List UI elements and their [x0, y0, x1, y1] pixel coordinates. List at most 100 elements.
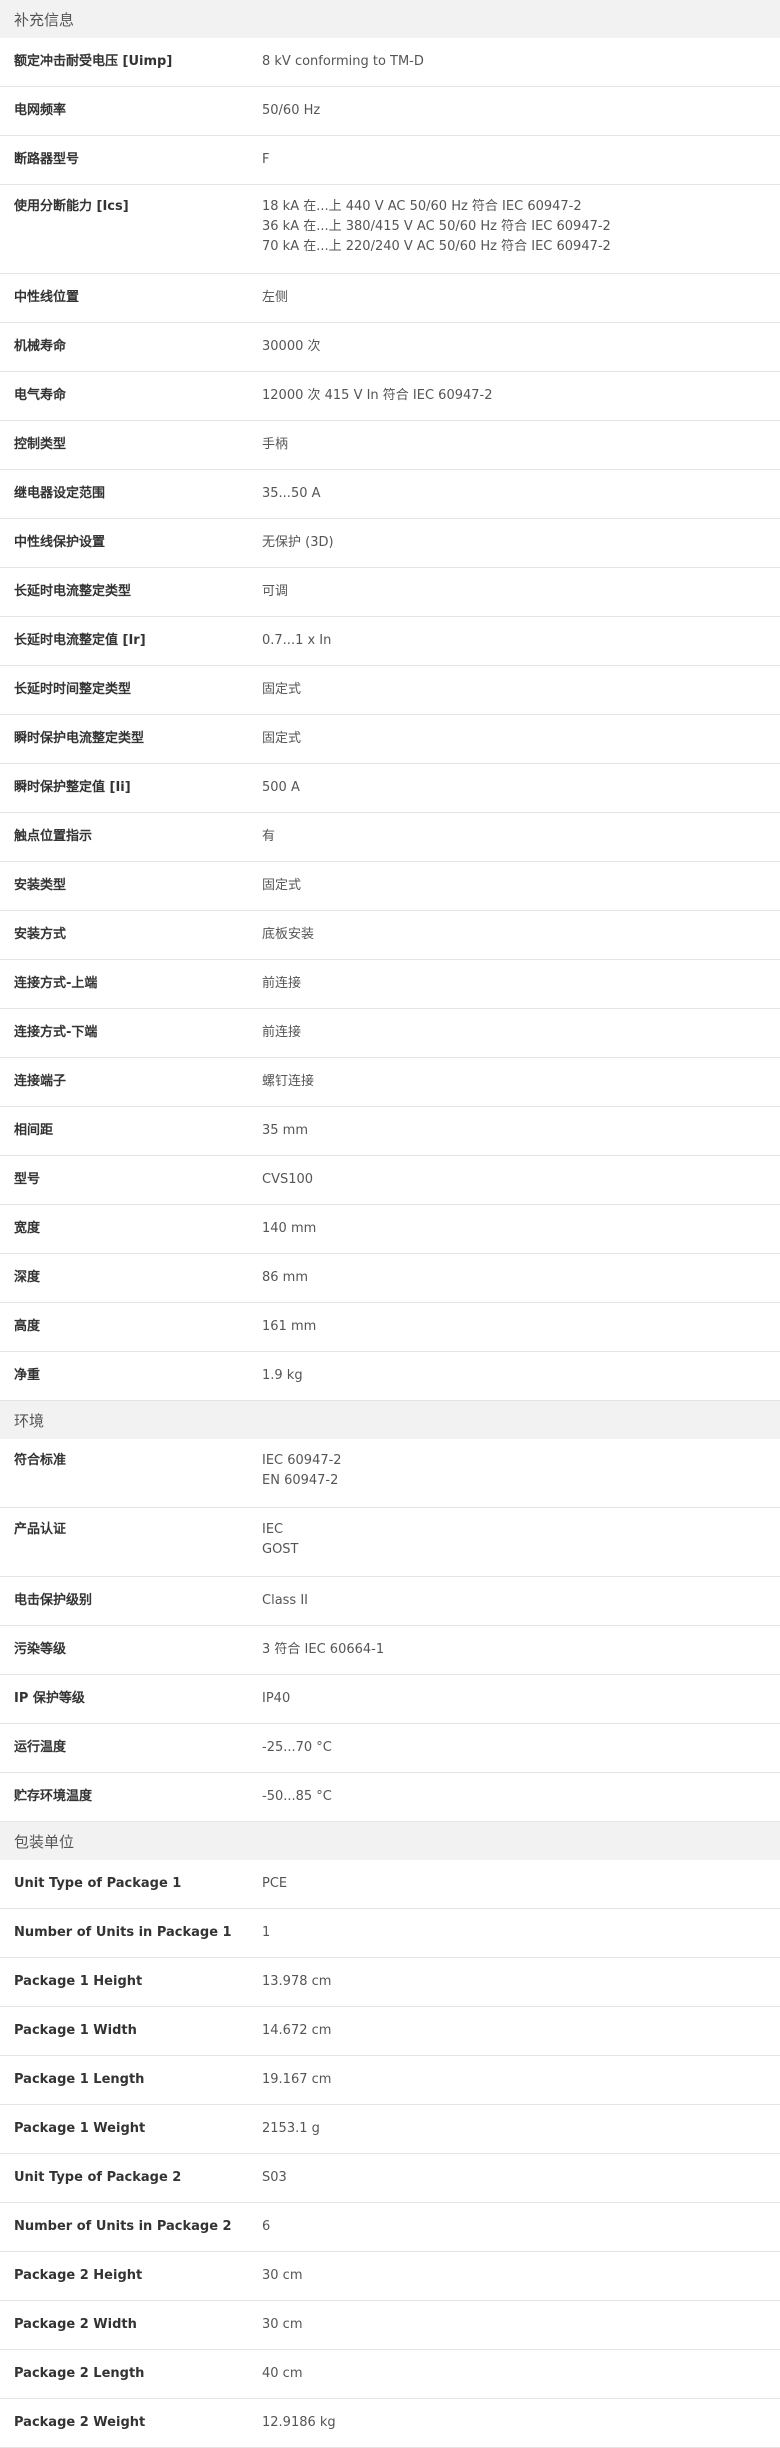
spec-label: 电击保护级别 — [14, 1593, 93, 1608]
spec-row: 连接方式-上端 前连接 — [0, 960, 780, 1009]
spec-value: 固定式 — [262, 715, 780, 763]
spec-value-line: 18 kA 在...上 440 V AC 50/60 Hz 符合 IEC 609… — [262, 199, 582, 214]
spec-row: 安装方式 底板安装 — [0, 911, 780, 960]
spec-label: Unit Type of Package 2 — [14, 2170, 182, 2185]
spec-value-line: 12.9186 kg — [262, 2415, 336, 2430]
spec-value: 底板安装 — [262, 911, 780, 959]
spec-value: F — [262, 136, 780, 184]
spec-value: -25...70 °C — [262, 1724, 780, 1772]
spec-value-line: 50/60 Hz — [262, 103, 321, 118]
spec-row: Package 1 Weight 2153.1 g — [0, 2105, 780, 2154]
spec-label: Unit Type of Package 1 — [14, 1876, 182, 1891]
spec-row: 净重 1.9 kg — [0, 1352, 780, 1401]
spec-value-line: 70 kA 在...上 220/240 V AC 50/60 Hz 符合 IEC… — [262, 239, 611, 254]
spec-value: 40 cm — [262, 2350, 780, 2398]
spec-row: Package 2 Weight 12.9186 kg — [0, 2399, 780, 2448]
spec-label: 相间距 — [14, 1123, 54, 1138]
spec-row: Number of Units in Package 1 1 — [0, 1909, 780, 1958]
spec-section: 包装单位 Unit Type of Package 1 PCE Number of U… — [0, 1822, 780, 2448]
spec-value-line: IEC — [262, 1522, 284, 1537]
spec-label: 连接端子 — [14, 1074, 67, 1089]
spec-value-line: CVS100 — [262, 1172, 314, 1187]
spec-row: 触点位置指示 有 — [0, 813, 780, 862]
spec-value-line: 底板安装 — [262, 927, 315, 942]
spec-value-line: 30000 次 — [262, 339, 321, 354]
spec-value-line: 有 — [262, 829, 276, 844]
spec-value-line: 无保护 (3D) — [262, 535, 334, 550]
spec-value-line: 手柄 — [262, 437, 289, 452]
spec-label: Package 2 Weight — [14, 2415, 146, 2430]
spec-value: Class II — [262, 1577, 780, 1625]
spec-value: 可调 — [262, 568, 780, 616]
spec-value: 3 符合 IEC 60664-1 — [262, 1626, 780, 1674]
spec-label: 长延时电流整定类型 — [14, 584, 132, 599]
spec-value-line: 36 kA 在...上 380/415 V AC 50/60 Hz 符合 IEC… — [262, 219, 611, 234]
spec-value-line: 19.167 cm — [262, 2072, 332, 2087]
spec-label: 深度 — [14, 1270, 41, 1285]
spec-value-line: 140 mm — [262, 1221, 317, 1236]
spec-row: 长延时电流整定类型 可调 — [0, 568, 780, 617]
spec-value-line: S03 — [262, 2170, 287, 2185]
spec-row: 中性线保护设置 无保护 (3D) — [0, 519, 780, 568]
spec-label: 使用分断能力 [Ics] — [14, 199, 129, 214]
spec-label: Package 1 Width — [14, 2023, 137, 2038]
spec-value-line: 12000 次 415 V In 符合 IEC 60947-2 — [262, 388, 493, 403]
spec-value-line: 8 kV conforming to TM-D — [262, 54, 424, 69]
spec-value-line: 13.978 cm — [262, 1974, 332, 1989]
spec-value: 35 mm — [262, 1107, 780, 1155]
spec-value: 86 mm — [262, 1254, 780, 1302]
spec-value-line: 左侧 — [262, 290, 289, 305]
spec-label: Package 2 Length — [14, 2366, 145, 2381]
spec-label: 污染等级 — [14, 1642, 67, 1657]
spec-value-line: 1 — [262, 1925, 271, 1940]
spec-label: 瞬时保护电流整定类型 — [14, 731, 145, 746]
spec-value-line: 500 A — [262, 780, 300, 795]
spec-value-line: 40 cm — [262, 2366, 303, 2381]
spec-label: 控制类型 — [14, 437, 67, 452]
section-header: 环境 — [0, 1401, 780, 1439]
spec-value-line: -25...70 °C — [262, 1740, 332, 1755]
spec-row: 污染等级 3 符合 IEC 60664-1 — [0, 1626, 780, 1675]
spec-row: 控制类型 手柄 — [0, 421, 780, 470]
spec-value-line: 30 cm — [262, 2268, 303, 2283]
spec-section: 补充信息 额定冲击耐受电压 [Uimp] 8 kV conforming to TM… — [0, 0, 780, 1401]
spec-value: 左侧 — [262, 274, 780, 322]
spec-label: 触点位置指示 — [14, 829, 93, 844]
spec-value-line: 前连接 — [262, 976, 302, 991]
spec-value: 固定式 — [262, 666, 780, 714]
spec-label: Number of Units in Package 2 — [14, 2219, 232, 2234]
spec-value: 140 mm — [262, 1205, 780, 1253]
spec-value: CVS100 — [262, 1156, 780, 1204]
spec-row: 电气寿命 12000 次 415 V In 符合 IEC 60947-2 — [0, 372, 780, 421]
spec-value: IEC 60947-2 EN 60947-2 — [262, 1439, 780, 1507]
spec-value: 50/60 Hz — [262, 87, 780, 135]
spec-row: Package 1 Width 14.672 cm — [0, 2007, 780, 2056]
spec-value-line: F — [262, 152, 270, 167]
spec-label: 长延时时间整定类型 — [14, 682, 132, 697]
spec-value: 8 kV conforming to TM-D — [262, 38, 780, 86]
spec-label: Package 1 Length — [14, 2072, 145, 2087]
spec-label: 型号 — [14, 1172, 41, 1187]
spec-value-line: 固定式 — [262, 682, 302, 697]
spec-label: 安装类型 — [14, 878, 67, 893]
spec-row: 相间距 35 mm — [0, 1107, 780, 1156]
spec-label: 产品认证 — [14, 1522, 67, 1537]
spec-row: 长延时电流整定值 [Ir] 0.7...1 x In — [0, 617, 780, 666]
spec-value: 19.167 cm — [262, 2056, 780, 2104]
spec-value: 有 — [262, 813, 780, 861]
spec-value-line: 1.9 kg — [262, 1368, 303, 1383]
spec-table: 补充信息 额定冲击耐受电压 [Uimp] 8 kV conforming to TM… — [0, 0, 780, 2448]
spec-row: 产品认证 IEC GOST — [0, 1508, 780, 1577]
spec-value: 固定式 — [262, 862, 780, 910]
spec-value: IEC GOST — [262, 1508, 780, 1576]
spec-value: 30000 次 — [262, 323, 780, 371]
spec-value: 前连接 — [262, 1009, 780, 1057]
spec-value-line: 161 mm — [262, 1319, 317, 1334]
spec-label: 安装方式 — [14, 927, 67, 942]
spec-row: 机械寿命 30000 次 — [0, 323, 780, 372]
spec-row: Package 2 Length 40 cm — [0, 2350, 780, 2399]
spec-value: PCE — [262, 1860, 780, 1908]
spec-row: 继电器设定范围 35...50 A — [0, 470, 780, 519]
spec-row: 高度 161 mm — [0, 1303, 780, 1352]
spec-value: 1 — [262, 1909, 780, 1957]
